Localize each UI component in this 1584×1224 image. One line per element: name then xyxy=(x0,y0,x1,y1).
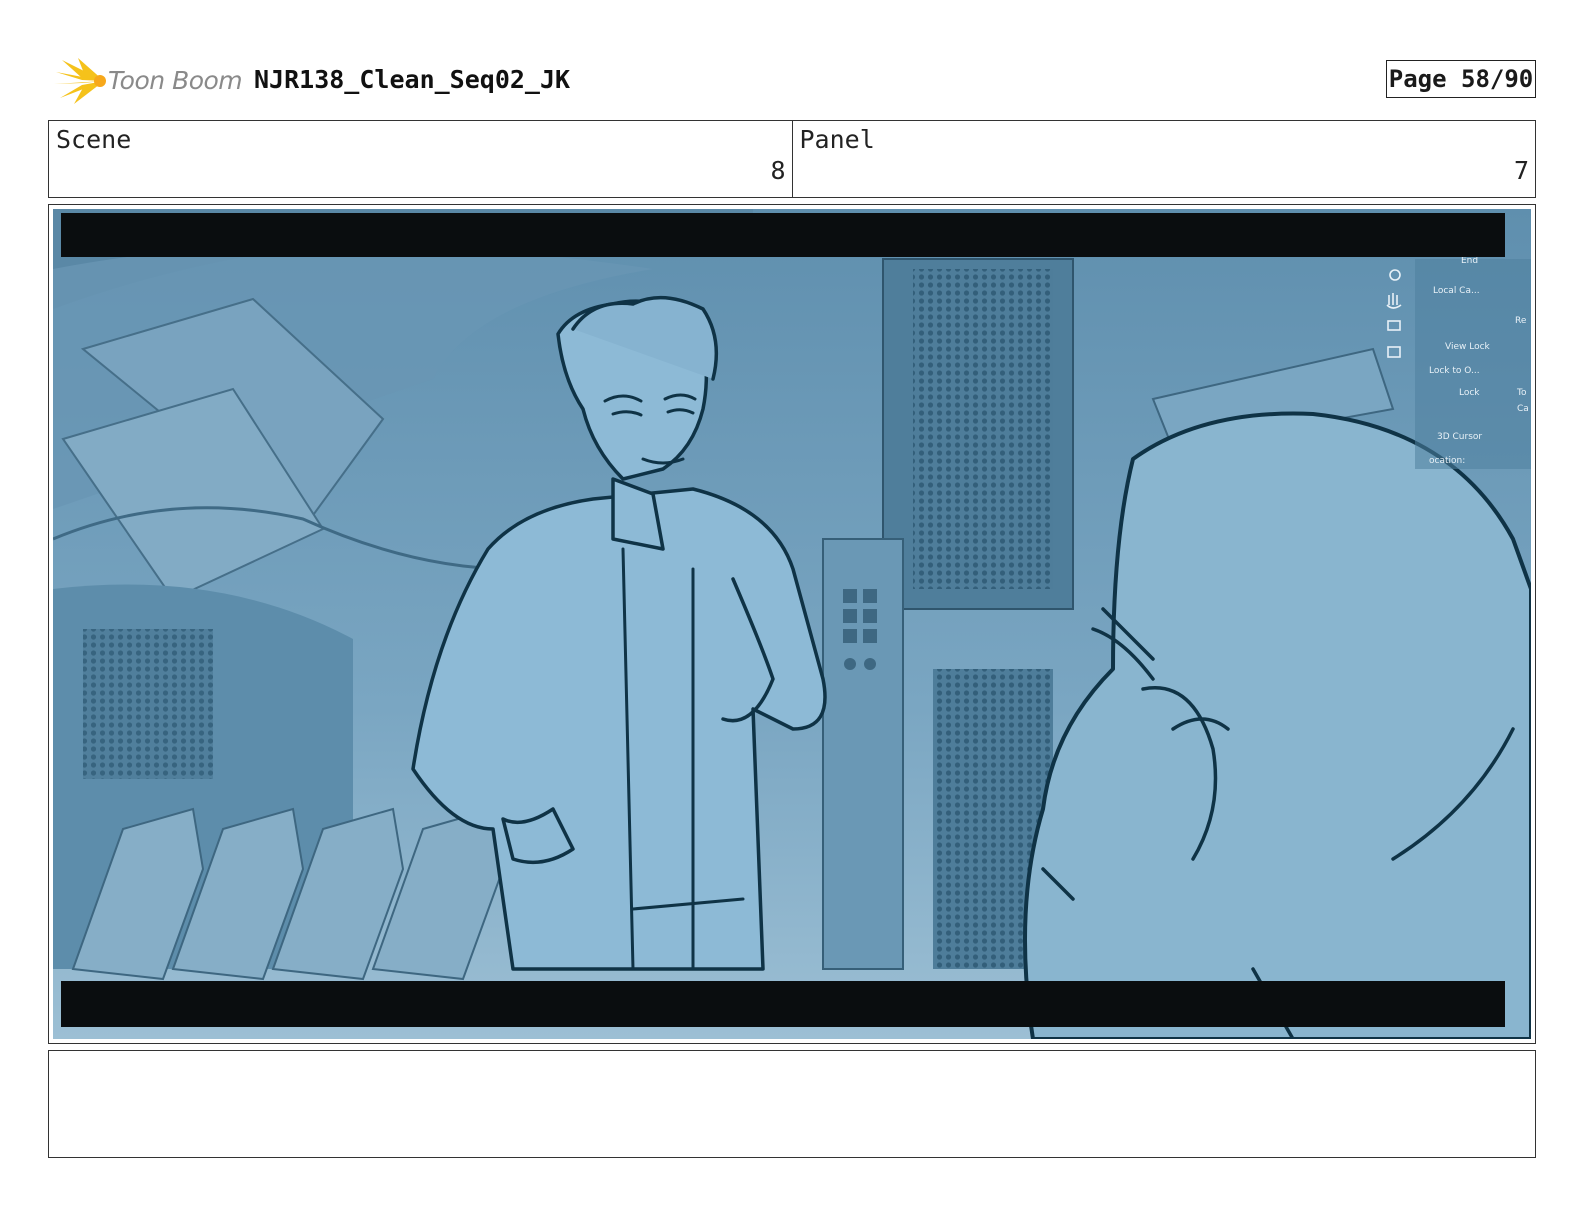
document-title: NJR138_Clean_Seq02_JK xyxy=(254,65,571,94)
panel-number: 7 xyxy=(1513,156,1529,185)
toon-boom-logo: Toon Boom xyxy=(52,56,243,106)
svg-text:Re: Re xyxy=(1515,316,1527,326)
svg-text:ocation:: ocation: xyxy=(1429,456,1465,466)
svg-text:End: End xyxy=(1461,256,1478,266)
svg-text:To: To xyxy=(1516,388,1527,398)
svg-text:Lock to O...: Lock to O... xyxy=(1429,366,1480,376)
storyboard-panel: End Local Ca... Re View Lock Lock to O..… xyxy=(48,204,1536,1044)
scene-label: Scene xyxy=(56,125,132,154)
scene-cell: Scene 8 xyxy=(49,121,792,197)
scene-number: 8 xyxy=(770,156,786,185)
svg-text:Local Ca...: Local Ca... xyxy=(1433,286,1480,296)
svg-text:View Lock: View Lock xyxy=(1445,342,1491,352)
svg-text:Lock: Lock xyxy=(1459,388,1480,398)
svg-text:Ca: Ca xyxy=(1517,404,1529,414)
svg-text:3D Cursor: 3D Cursor xyxy=(1437,432,1482,442)
page-header: Toon Boom NJR138_Clean_Seq02_JK Page 58/… xyxy=(48,56,1536,106)
page-indicator: Page 58/90 xyxy=(1386,60,1536,98)
storyboard-drawing: End Local Ca... Re View Lock Lock to O..… xyxy=(53,209,1531,1039)
panel-notes-box xyxy=(48,1050,1536,1158)
sunburst-icon xyxy=(54,58,106,104)
panel-cell: Panel 7 xyxy=(791,121,1536,197)
scene-panel-row: Scene 8 Panel 7 xyxy=(48,120,1536,198)
logo-wordmark: Toon Boom xyxy=(108,66,243,95)
panel-label: Panel xyxy=(799,125,875,154)
